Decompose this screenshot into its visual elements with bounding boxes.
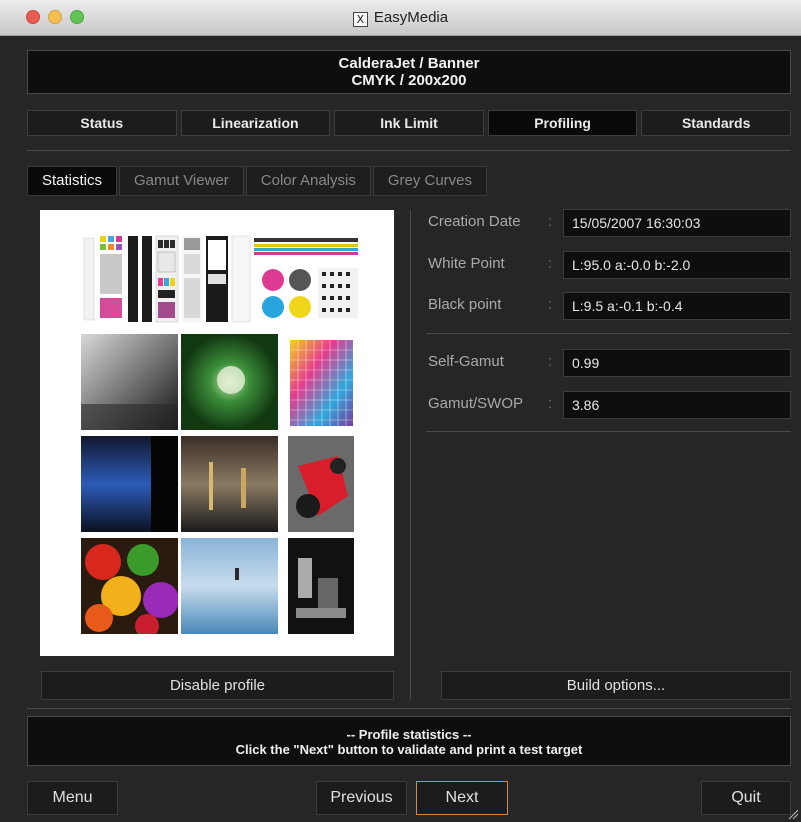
title-bar: X EasyMedia [0, 0, 801, 36]
photo-thumbnail-motorbike [288, 436, 354, 532]
subtab-gamut-viewer[interactable]: Gamut Viewer [119, 166, 244, 196]
photo-thumbnail-monochrome [288, 538, 354, 634]
window-title-wrap: X EasyMedia [0, 9, 801, 27]
tab-profiling[interactable]: Profiling [487, 110, 638, 136]
black-point-value: L:9.5 a:-0.1 b:-0.4 [563, 292, 791, 320]
photo-thumbnail-clouds [81, 334, 178, 430]
self-gamut-value: 0.99 [563, 349, 791, 377]
next-button[interactable]: Next [416, 781, 508, 815]
creation-date-separator: : [548, 213, 553, 230]
self-gamut-label: Self-Gamut [428, 353, 504, 370]
test-chart-strip [78, 228, 364, 330]
sub-tab-bar: Statistics Gamut Viewer Color Analysis G… [27, 166, 488, 196]
device-name: CalderaJet / Banner [338, 55, 480, 72]
gamut-swop-separator: : [548, 395, 553, 412]
panel-vertical-divider [410, 210, 411, 700]
tab-status[interactable]: Status [27, 110, 177, 136]
main-tab-bar: Status Linearization Ink Limit Profiling… [27, 110, 791, 136]
menu-button[interactable]: Menu [27, 781, 118, 815]
photo-thumbnail-landscape [181, 538, 278, 634]
black-point-label: Black point [428, 296, 502, 313]
build-options-button[interactable]: Build options... [441, 671, 791, 700]
white-point-separator: : [548, 255, 553, 272]
photo-thumbnail-sky [81, 436, 178, 532]
creation-date-label: Creation Date [428, 213, 521, 230]
subtab-grey-curves[interactable]: Grey Curves [372, 166, 488, 196]
gamut-swop-label: Gamut/SWOP [428, 395, 524, 412]
resize-grip-icon[interactable] [787, 808, 799, 820]
test-target-preview [40, 210, 394, 656]
photo-thumbnail-city-night [181, 436, 278, 532]
status-message: -- Profile statistics -- Click the "Next… [27, 716, 791, 766]
tab-ink-limit[interactable]: Ink Limit [334, 110, 484, 136]
status-top-divider [27, 708, 791, 709]
white-point-label: White Point [428, 255, 505, 272]
self-gamut-separator: : [548, 353, 553, 370]
photo-thumbnail-plant [181, 334, 278, 430]
disable-profile-button[interactable]: Disable profile [41, 671, 394, 700]
status-instruction: Click the "Next" button to validate and … [235, 742, 583, 757]
gamut-swop-value: 3.86 [563, 391, 791, 419]
creation-date-value: 15/05/2007 16:30:03 [563, 209, 791, 237]
app-window: X EasyMedia CalderaJet / Banner CMYK / 20… [0, 0, 801, 822]
device-header: CalderaJet / Banner CMYK / 200x200 [27, 50, 791, 94]
stats-divider-2 [426, 431, 791, 432]
color-patch-chart [290, 340, 353, 426]
black-point-separator: : [548, 296, 553, 313]
window-title: EasyMedia [373, 9, 449, 26]
subtab-statistics[interactable]: Statistics [27, 166, 118, 196]
photo-thumbnail-peppers [81, 538, 178, 634]
tab-standards[interactable]: Standards [641, 110, 791, 136]
status-title: -- Profile statistics -- [346, 727, 472, 742]
device-mode: CMYK / 200x200 [351, 72, 467, 89]
tab-linearization[interactable]: Linearization [180, 110, 331, 136]
previous-button[interactable]: Previous [316, 781, 407, 815]
stats-divider-1 [426, 333, 791, 334]
subtab-color-analysis[interactable]: Color Analysis [245, 166, 371, 196]
white-point-value: L:95.0 a:-0.0 b:-2.0 [563, 251, 791, 279]
tabs-divider [27, 150, 791, 151]
quit-button[interactable]: Quit [701, 781, 791, 815]
x-window-icon: X [352, 12, 368, 27]
